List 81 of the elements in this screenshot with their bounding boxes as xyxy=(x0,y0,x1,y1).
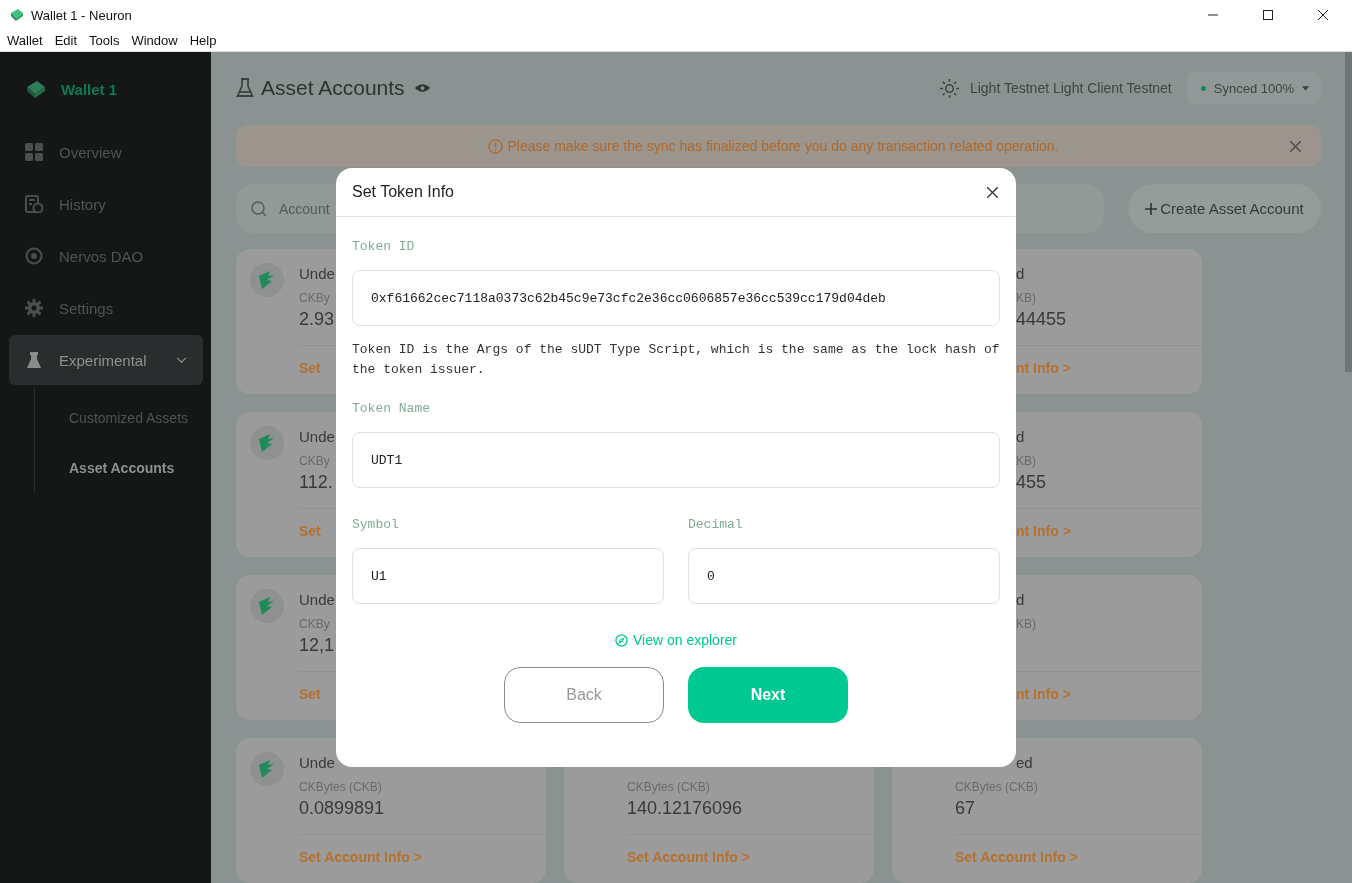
token-id-field[interactable]: 0xf61662cec7118a0373c62b45c9e73cfc2e36cc0606857e36cc539cc179d04deb xyxy=(352,270,1000,326)
maximize-icon[interactable] xyxy=(1263,10,1273,20)
wallet-name: Wallet 1 xyxy=(61,80,118,98)
status-dot-icon xyxy=(1200,85,1206,91)
balance-amount: 0.0899891 xyxy=(299,798,385,818)
help-text: Token ID is the Args of the sUDT Type Script, which is the same as the lock hash of the token issuer. xyxy=(352,341,1000,379)
eye-icon[interactable] xyxy=(414,83,430,93)
close-icon[interactable] xyxy=(987,186,998,198)
back-button[interactable]: Back xyxy=(504,667,664,723)
page-title: Asset Accounts xyxy=(261,76,405,100)
settings-icon xyxy=(25,299,43,317)
sidebar-subitem[interactable]: Customized Assets xyxy=(35,393,203,443)
warning-text: Please make sure the sync has finalized before you do any transaction related operation. xyxy=(507,138,1059,154)
field-label: Decimal xyxy=(688,517,744,534)
set-account-info-link[interactable]: Set Account Info > xyxy=(299,849,422,865)
window-title: Wallet 1 - Neuron xyxy=(31,7,132,23)
set-account-info-link[interactable]: nt Info > xyxy=(1016,523,1071,539)
menu-item[interactable]: Edit xyxy=(54,33,78,48)
search-icon xyxy=(251,200,267,217)
account-name: d xyxy=(1016,428,1025,445)
sidebar-item[interactable]: History xyxy=(9,178,203,230)
create-asset-account-button[interactable]: Create Asset Account xyxy=(1128,184,1321,233)
account-name: d xyxy=(1016,265,1025,282)
decimal-field[interactable]: 0 xyxy=(688,548,1000,604)
set-account-info-link[interactable]: Set xyxy=(299,360,321,376)
account-name: Unde xyxy=(299,428,335,445)
set-account-info-link[interactable]: Set xyxy=(299,523,321,539)
sidebar-item[interactable]: Experimental xyxy=(9,335,203,385)
account-name: ed xyxy=(1016,754,1033,771)
lab-icon xyxy=(236,78,254,98)
set-account-info-link[interactable]: Set Account Info > xyxy=(955,849,1078,865)
set-account-info-link[interactable]: Set Account Info > xyxy=(627,849,750,865)
sidebar-item[interactable]: Settings xyxy=(9,282,203,334)
history-icon xyxy=(25,195,43,213)
balance-amount: 12,1 xyxy=(299,635,335,655)
plus-icon xyxy=(1145,202,1158,215)
balance-amount: 44455 xyxy=(1016,309,1067,329)
symbol-field[interactable]: U1 xyxy=(352,548,664,604)
menu-item[interactable]: Help xyxy=(189,33,217,48)
sidebar-item[interactable]: Overview xyxy=(9,126,203,178)
dao-icon xyxy=(25,247,43,265)
caret-icon xyxy=(1302,85,1309,91)
sidebar-item[interactable]: Nervos DAO xyxy=(9,230,203,282)
set-account-info-link[interactable]: nt Info > xyxy=(1016,686,1071,702)
balance-amount: 67 xyxy=(955,798,976,818)
dialog-title: Set Token Info xyxy=(352,183,454,201)
account-name: Unde xyxy=(299,754,335,771)
menu-item[interactable]: Wallet xyxy=(7,33,43,48)
view-on-explorer-link[interactable]: View on explorer xyxy=(615,632,737,648)
field-label: Token ID xyxy=(352,239,416,256)
field-label: Symbol xyxy=(352,517,400,534)
compass-icon xyxy=(615,633,628,647)
menu-item[interactable]: Window xyxy=(131,33,178,48)
menu-item[interactable]: Tools xyxy=(89,33,120,48)
scrollbar-thumb[interactable] xyxy=(1345,52,1352,372)
info-icon xyxy=(487,138,503,154)
close-icon[interactable] xyxy=(1318,10,1328,20)
lab-icon xyxy=(25,351,43,369)
balance-amount: 140.12176096 xyxy=(627,798,743,818)
sun-icon[interactable] xyxy=(939,78,959,98)
wallet-logo-icon xyxy=(25,78,47,100)
token-name-field[interactable]: UDT1 xyxy=(352,432,1000,488)
set-account-info-link[interactable]: Set xyxy=(299,686,321,702)
network-name: Light Testnet Light Client Testnet xyxy=(969,80,1172,96)
sidebar-subitem[interactable]: Asset Accounts xyxy=(35,443,203,493)
token-icon xyxy=(250,426,284,460)
token-icon xyxy=(250,589,284,623)
balance-amount: 112. xyxy=(299,472,333,492)
app-logo-icon xyxy=(9,7,25,23)
grid-icon xyxy=(25,143,43,161)
account-name: d xyxy=(1016,591,1025,608)
account-name: Unde xyxy=(299,591,335,608)
next-button[interactable]: Next xyxy=(688,667,848,723)
field-label: Token Name xyxy=(352,401,431,418)
token-icon xyxy=(250,752,284,786)
balance-amount: 2.93 xyxy=(299,309,335,329)
balance-amount: 455 xyxy=(1016,472,1047,492)
token-icon xyxy=(250,263,284,297)
set-account-info-link[interactable]: nt Info > xyxy=(1016,360,1071,376)
account-name: Unde xyxy=(299,265,335,282)
sync-status-button[interactable]: Synced 100% xyxy=(1186,72,1321,104)
